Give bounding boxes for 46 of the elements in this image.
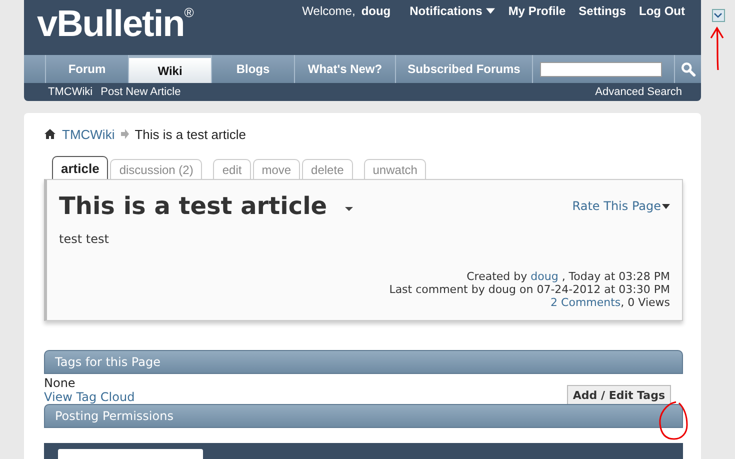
nav-tab[interactable]: What's New? [295, 55, 396, 83]
article-title: This is a test article [59, 192, 328, 220]
comments-link[interactable]: 2 Comments [550, 296, 621, 309]
article-tab[interactable]: unwatch [364, 159, 426, 179]
views-count: , 0 Views [620, 296, 670, 309]
nav-tab[interactable]: Subscribed Forums [396, 55, 533, 83]
section-title: Posting Permissions [55, 409, 174, 423]
logo[interactable]: vBulletin$^{®}$ [24, 0, 193, 55]
rate-page-menu[interactable]: Rate This Page [572, 199, 670, 213]
search-icon [680, 62, 696, 76]
footer-field[interactable] [58, 449, 203, 459]
header-link[interactable]: My Profile [508, 4, 566, 18]
last-comment-text: Last comment by doug on 07-24-2012 at 03:30 PM [389, 283, 670, 296]
advanced-search-link[interactable]: Advanced Search [595, 86, 682, 98]
search-field[interactable] [540, 62, 662, 76]
author-link[interactable]: doug [530, 270, 558, 283]
breadcrumb-link[interactable]: TMCWiki [62, 126, 115, 142]
edit-tags-button[interactable]: Add / Edit Tags [566, 385, 671, 406]
article-tab[interactable]: edit [213, 159, 251, 179]
caret-icon [486, 8, 496, 14]
nav-tab[interactable]: Blogs [212, 55, 295, 83]
created-text: Created by [466, 270, 528, 283]
header-link[interactable]: Log Out [639, 4, 685, 18]
subnav-link[interactable]: TMCWiki [48, 86, 93, 98]
caret-icon [662, 204, 670, 208]
created-date: , Today at 03:28 PM [562, 270, 670, 283]
section-title: Tags for this Page [55, 355, 160, 369]
tag-cloud-link[interactable]: View Tag Cloud [44, 390, 135, 404]
article-body: test test [59, 232, 110, 246]
caret-icon[interactable] [345, 207, 354, 211]
article-tab[interactable]: article [52, 156, 108, 179]
home-icon[interactable] [44, 128, 56, 140]
tags-value: None [44, 376, 76, 390]
header-link[interactable]: Settings [578, 4, 626, 18]
nav-tab[interactable]: Wiki [129, 55, 212, 83]
article-tab[interactable]: discussion (2) [110, 159, 202, 179]
notifications-menu[interactable]: Notifications [410, 4, 496, 18]
username-link[interactable]: doug [361, 4, 391, 18]
article-tab[interactable]: delete [302, 159, 353, 179]
collapse-button[interactable] [712, 9, 724, 22]
welcome-text: Welcome, [302, 4, 356, 18]
article-tab[interactable]: move [252, 159, 300, 179]
breadcrumb-arrow-icon [120, 129, 129, 139]
subnav-link[interactable]: Post New Article [100, 86, 181, 98]
breadcrumb-current: This is a test article [134, 126, 246, 142]
chevron-down-icon [714, 13, 722, 18]
